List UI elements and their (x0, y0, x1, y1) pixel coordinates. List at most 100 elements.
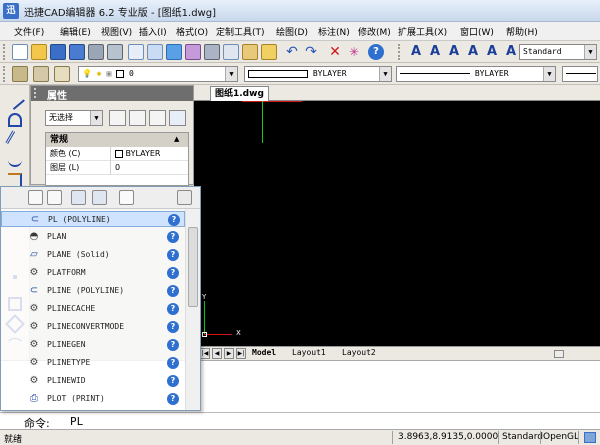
help-icon[interactable]: ? (167, 231, 179, 243)
multiline-text-icon[interactable]: A (427, 44, 443, 60)
print-preview-icon[interactable] (107, 44, 123, 60)
polyline-icon[interactable] (8, 113, 22, 127)
spell-check-icon[interactable] (166, 44, 182, 60)
window-icon[interactable] (28, 190, 43, 205)
autocomplete-item[interactable]: ⚙ PLINEGEN ? (1, 337, 185, 353)
cut-icon[interactable] (204, 44, 220, 60)
autocomplete-item[interactable]: ⚙ PLINECACHE ? (1, 301, 185, 317)
scale-text-icon[interactable]: A (465, 44, 481, 60)
tab-model[interactable]: Model (252, 348, 276, 357)
autocomplete-item[interactable]: ⎙ PLOT (PRINT) ? (1, 391, 185, 407)
autocomplete-scrollbar[interactable] (185, 209, 200, 410)
save-all-icon[interactable] (69, 44, 85, 60)
help-icon[interactable]: ? (167, 285, 179, 297)
drawing-tab[interactable]: 图纸1.dwg (210, 86, 269, 101)
help-icon[interactable]: ? (167, 393, 179, 405)
lineweight-combo[interactable] (562, 66, 598, 82)
status-text-style[interactable]: Standard (502, 432, 543, 442)
chevron-down-icon[interactable]: ▼ (584, 45, 596, 59)
help-icon[interactable]: ? (168, 214, 180, 226)
edit-text-icon[interactable]: A (446, 44, 462, 60)
panel-grip-icon[interactable] (34, 88, 42, 98)
layer-manager-icon[interactable] (12, 66, 28, 82)
select-objects-icon[interactable] (129, 110, 146, 126)
help-icon[interactable]: ? (368, 44, 384, 60)
help-icon[interactable]: ? (167, 267, 179, 279)
help-icon[interactable]: ? (167, 321, 179, 333)
explode-icon[interactable]: ✳ (346, 44, 362, 60)
help-icon[interactable]: ? (167, 357, 179, 369)
menu-modify[interactable]: 修改(M) (358, 25, 391, 38)
drawing-canvas[interactable]: Y X (194, 101, 600, 346)
redo-icon[interactable]: ↷ (303, 44, 319, 60)
objects-icon[interactable] (71, 190, 86, 205)
color-combo[interactable]: BYLAYER ▼ (244, 66, 392, 82)
layout-icon[interactable] (47, 190, 62, 205)
toggle-pickadd-icon[interactable] (109, 110, 126, 126)
autocomplete-item[interactable]: ⚙ PLINETYPE ? (1, 355, 185, 371)
command-input[interactable]: PL (70, 415, 83, 428)
linetype-combo[interactable]: BYLAYER ▼ (396, 66, 556, 82)
help-icon[interactable]: ? (167, 249, 179, 261)
flask-icon[interactable] (177, 190, 192, 205)
quick-select-icon[interactable] (149, 110, 166, 126)
autocomplete-item[interactable]: ⊂ PL (POLYLINE) ? (1, 211, 185, 227)
text-style-combo[interactable]: Standard ▼ (519, 44, 597, 60)
text-style-icon[interactable]: A (484, 44, 500, 60)
help-icon[interactable]: ? (167, 375, 179, 387)
property-row-color[interactable]: 颜色 (C) BYLAYER (46, 147, 188, 161)
delete-icon[interactable]: ✕ (327, 44, 343, 60)
settings-icon[interactable] (92, 190, 107, 205)
status-renderer[interactable]: OpenGL (543, 432, 579, 442)
justify-text-icon[interactable]: A (503, 44, 519, 60)
chevron-down-icon[interactable]: ▼ (543, 67, 555, 81)
last-tab-icon[interactable]: ▶| (236, 348, 246, 359)
menu-dimension[interactable]: 标注(N) (318, 25, 350, 38)
toolbar-grip[interactable] (398, 44, 402, 60)
print-icon[interactable] (88, 44, 104, 60)
layer-previous-icon[interactable] (33, 66, 49, 82)
autocomplete-item[interactable]: ⚙ PLATFORM ? (1, 265, 185, 281)
prev-tab-icon[interactable]: ◀ (212, 348, 222, 359)
next-tab-icon[interactable]: ▶ (224, 348, 234, 359)
category-general[interactable]: 常规 (46, 133, 188, 147)
help-icon[interactable]: ? (167, 303, 179, 315)
toolbar-grip[interactable] (3, 66, 7, 82)
menu-help[interactable]: 帮助(H) (506, 25, 538, 38)
spline-icon[interactable] (8, 173, 22, 187)
help-icon[interactable]: ? (167, 339, 179, 351)
chevron-down-icon[interactable]: ▼ (379, 67, 391, 81)
paste-icon[interactable] (242, 44, 258, 60)
find-icon[interactable] (128, 44, 144, 60)
autocomplete-item[interactable]: ⚙ PLINEWID ? (1, 373, 185, 389)
app-icon[interactable]: 迅 (3, 3, 19, 19)
tray-icon[interactable] (584, 432, 596, 443)
collapse-icon[interactable]: ▲ (174, 135, 179, 143)
menu-format[interactable]: 格式(O) (176, 25, 208, 38)
menu-edit[interactable]: 编辑(E) (60, 25, 91, 38)
layer-combo[interactable]: 💡 ✺ ▣ 0 ▼ (78, 66, 238, 82)
tab-layout1[interactable]: Layout1 (292, 348, 326, 357)
undo-icon[interactable]: ↶ (284, 44, 300, 60)
autocomplete-item[interactable]: ⚙ PLINECONVERTMODE ? (1, 319, 185, 335)
filter-icon[interactable] (169, 110, 186, 126)
menu-custom-tools[interactable]: 定制工具(T) (216, 25, 265, 38)
chevron-down-icon[interactable]: ▼ (90, 111, 102, 125)
horizontal-scroll-thumb[interactable] (554, 350, 564, 358)
calculator-icon[interactable] (185, 44, 201, 60)
scrollbar-thumb[interactable] (188, 227, 198, 307)
command-line[interactable]: 命令: PL (0, 412, 600, 430)
arc-icon[interactable] (8, 153, 22, 167)
menu-draw[interactable]: 绘图(D) (276, 25, 308, 38)
make-current-icon[interactable] (54, 66, 70, 82)
toolbar-grip[interactable] (3, 44, 7, 60)
save-icon[interactable] (50, 44, 66, 60)
property-row-layer[interactable]: 图层 (L) 0 (46, 161, 188, 175)
menu-insert[interactable]: 插入(I) (139, 25, 167, 38)
menu-extension-tools[interactable]: 扩展工具(X) (398, 25, 447, 38)
chevron-down-icon[interactable]: ▼ (225, 67, 237, 81)
line-icon[interactable] (5, 90, 25, 110)
multiline-icon[interactable] (5, 130, 25, 150)
menu-file[interactable]: 文件(F) (14, 25, 44, 38)
autocomplete-item[interactable]: ◓ PLAN ? (1, 229, 185, 245)
